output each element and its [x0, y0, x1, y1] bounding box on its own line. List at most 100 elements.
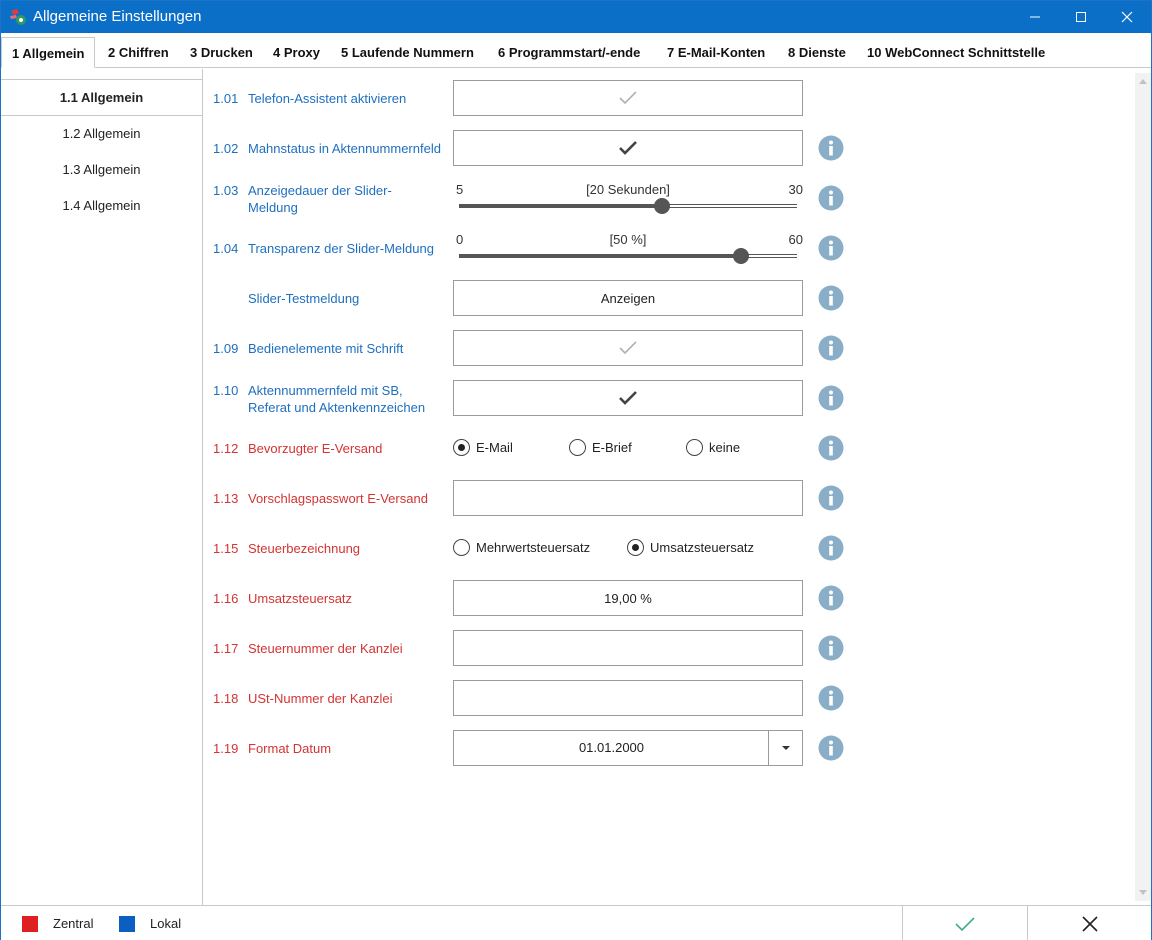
radio-keine[interactable]: keine — [686, 439, 740, 456]
sidebar-item-1-1[interactable]: 1.1 Allgemein — [1, 80, 202, 116]
setting-label-steuerbezeichnung: Steuerbezeichnung — [248, 541, 361, 556]
info-icon[interactable] — [818, 585, 844, 611]
legend-zentral-swatch — [22, 916, 38, 932]
setting-number: 1.16 — [213, 591, 239, 606]
info-icon[interactable] — [818, 435, 844, 461]
setting-number: 1.12 — [213, 441, 239, 456]
footer-bar: Zentral Lokal — [1, 905, 1151, 940]
sidebar-item-1-3[interactable]: 1.3 Allgemein — [1, 152, 202, 188]
radio-selected-icon — [627, 539, 644, 556]
sidebar-item-1-2[interactable]: 1.2 Allgemein — [1, 116, 202, 152]
radio-mehrwertsteuersatz[interactable]: Mehrwertsteuersatz — [453, 539, 590, 556]
maximize-button[interactable] — [1058, 1, 1104, 33]
radio-unselected-icon — [453, 539, 470, 556]
slider-thumb[interactable] — [732, 248, 749, 264]
setting-label-bedienelemente: Bedienelemente mit Schrift — [248, 341, 404, 356]
slider-fill — [459, 204, 662, 208]
info-icon[interactable] — [818, 135, 844, 161]
info-icon[interactable] — [818, 485, 844, 511]
ok-button[interactable] — [902, 906, 1027, 940]
slider-value-label: [50 %] — [609, 232, 647, 247]
settings-window: Allgemeine Einstellungen 1 Allgemein 2 C… — [0, 0, 1152, 940]
setting-number: 1.13 — [213, 491, 239, 506]
tab-bar: 1 Allgemein 2 Chiffren 3 Drucken 4 Proxy… — [1, 33, 1151, 68]
scroll-down-icon[interactable] — [1139, 890, 1147, 895]
checkbox-telefon-assistent[interactable] — [453, 80, 803, 116]
umsatzsteuersatz-input[interactable]: 19,00 % — [453, 580, 803, 616]
vorschlagspasswort-input[interactable] — [453, 480, 803, 516]
label-line: Meldung — [248, 200, 298, 215]
check-icon — [619, 141, 637, 155]
setting-number: 1.19 — [213, 741, 239, 756]
close-icon — [1121, 11, 1133, 23]
tab-email-konten[interactable]: 7 E-Mail-Konten — [667, 37, 765, 68]
setting-number: 1.01 — [213, 91, 239, 106]
setting-number: 1.10 — [213, 383, 239, 398]
checkbox-mahnstatus[interactable] — [453, 130, 803, 166]
title-bar: Allgemeine Einstellungen — [1, 1, 1151, 33]
setting-label-anzeigedauer: Anzeigedauer der Slider- Meldung — [248, 182, 392, 216]
radio-label: E-Mail — [476, 440, 513, 455]
setting-label-slider-testmeldung: Slider-Testmeldung — [248, 291, 360, 306]
info-icon[interactable] — [818, 735, 844, 761]
info-icon[interactable] — [818, 385, 844, 411]
legend-zentral-label: Zentral — [53, 916, 94, 931]
setting-label-vorschlagspasswort: Vorschlagspasswort E-Versand — [248, 491, 428, 506]
slider-fill — [459, 254, 741, 258]
setting-number: 1.03 — [213, 183, 239, 198]
setting-label-format-datum: Format Datum — [248, 741, 332, 756]
cancel-button[interactable] — [1027, 906, 1151, 940]
setting-label-ust-nummer: USt-Nummer der Kanzlei — [248, 691, 393, 706]
setting-label-steuernummer: Steuernummer der Kanzlei — [248, 641, 403, 656]
tab-drucken[interactable]: 3 Drucken — [190, 37, 253, 68]
slider-anzeigedauer[interactable]: 5 [20 Sekunden] 30 — [453, 182, 803, 218]
scroll-up-icon[interactable] — [1139, 79, 1147, 84]
radio-label: Umsatzsteuersatz — [650, 540, 755, 555]
check-icon — [955, 916, 975, 931]
info-icon[interactable] — [818, 185, 844, 211]
setting-number: 1.02 — [213, 141, 239, 156]
anzeigen-button[interactable]: Anzeigen — [453, 280, 803, 316]
slider-transparenz[interactable]: 0 [50 %] 60 — [453, 232, 803, 268]
ust-nummer-input[interactable] — [453, 680, 803, 716]
info-icon[interactable] — [818, 285, 844, 311]
info-icon[interactable] — [818, 335, 844, 361]
tab-proxy[interactable]: 4 Proxy — [273, 37, 320, 68]
radio-group-e-versand: E-Mail E-Brief keine — [453, 439, 803, 461]
checkbox-bedienelemente[interactable] — [453, 330, 803, 366]
close-icon — [1081, 915, 1098, 932]
slider-value-label: [20 Sekunden] — [586, 182, 670, 197]
info-icon[interactable] — [818, 685, 844, 711]
close-window-button[interactable] — [1104, 1, 1150, 33]
dropdown-button[interactable] — [768, 731, 802, 765]
info-icon[interactable] — [818, 635, 844, 661]
sidebar-item-1-4[interactable]: 1.4 Allgemein — [1, 188, 202, 224]
setting-label-umsatzsteuersatz: Umsatzsteuersatz — [248, 591, 353, 606]
tab-allgemein[interactable]: 1 Allgemein — [1, 37, 96, 68]
minimize-button[interactable] — [1012, 1, 1058, 33]
radio-label: E-Brief — [592, 440, 632, 455]
steuernummer-input[interactable] — [453, 630, 803, 666]
setting-number: 1.09 — [213, 341, 239, 356]
radio-email[interactable]: E-Mail — [453, 439, 513, 456]
tab-laufende-nummern[interactable]: 5 Laufende Nummern — [341, 37, 474, 68]
tab-programmstart[interactable]: 6 Programmstart/-ende — [498, 37, 640, 68]
checkbox-aktennummernfeld[interactable] — [453, 380, 803, 416]
radio-umsatzsteuersatz[interactable]: Umsatzsteuersatz — [627, 539, 754, 556]
radio-ebrief[interactable]: E-Brief — [569, 439, 632, 456]
check-icon — [619, 391, 637, 405]
setting-number: 1.15 — [213, 541, 239, 556]
slider-max-label: 30 — [788, 182, 803, 197]
info-icon[interactable] — [818, 535, 844, 561]
vertical-scrollbar[interactable] — [1135, 73, 1151, 901]
info-icon[interactable] — [818, 235, 844, 261]
select-value: 01.01.2000 — [578, 740, 645, 755]
section-sidebar: 1.1 Allgemein 1.2 Allgemein 1.3 Allgemei… — [1, 69, 203, 905]
format-datum-select[interactable]: 01.01.2000 — [453, 730, 803, 766]
setting-label-mahnstatus: Mahnstatus in Aktennummernfeld — [248, 141, 441, 156]
slider-thumb[interactable] — [653, 198, 670, 214]
tab-webconnect[interactable]: 10 WebConnect Schnittstelle — [867, 37, 1045, 68]
tab-dienste[interactable]: 8 Dienste — [788, 37, 846, 68]
setting-label-e-versand: Bevorzugter E-Versand — [248, 441, 383, 456]
tab-chiffren[interactable]: 2 Chiffren — [108, 37, 169, 68]
